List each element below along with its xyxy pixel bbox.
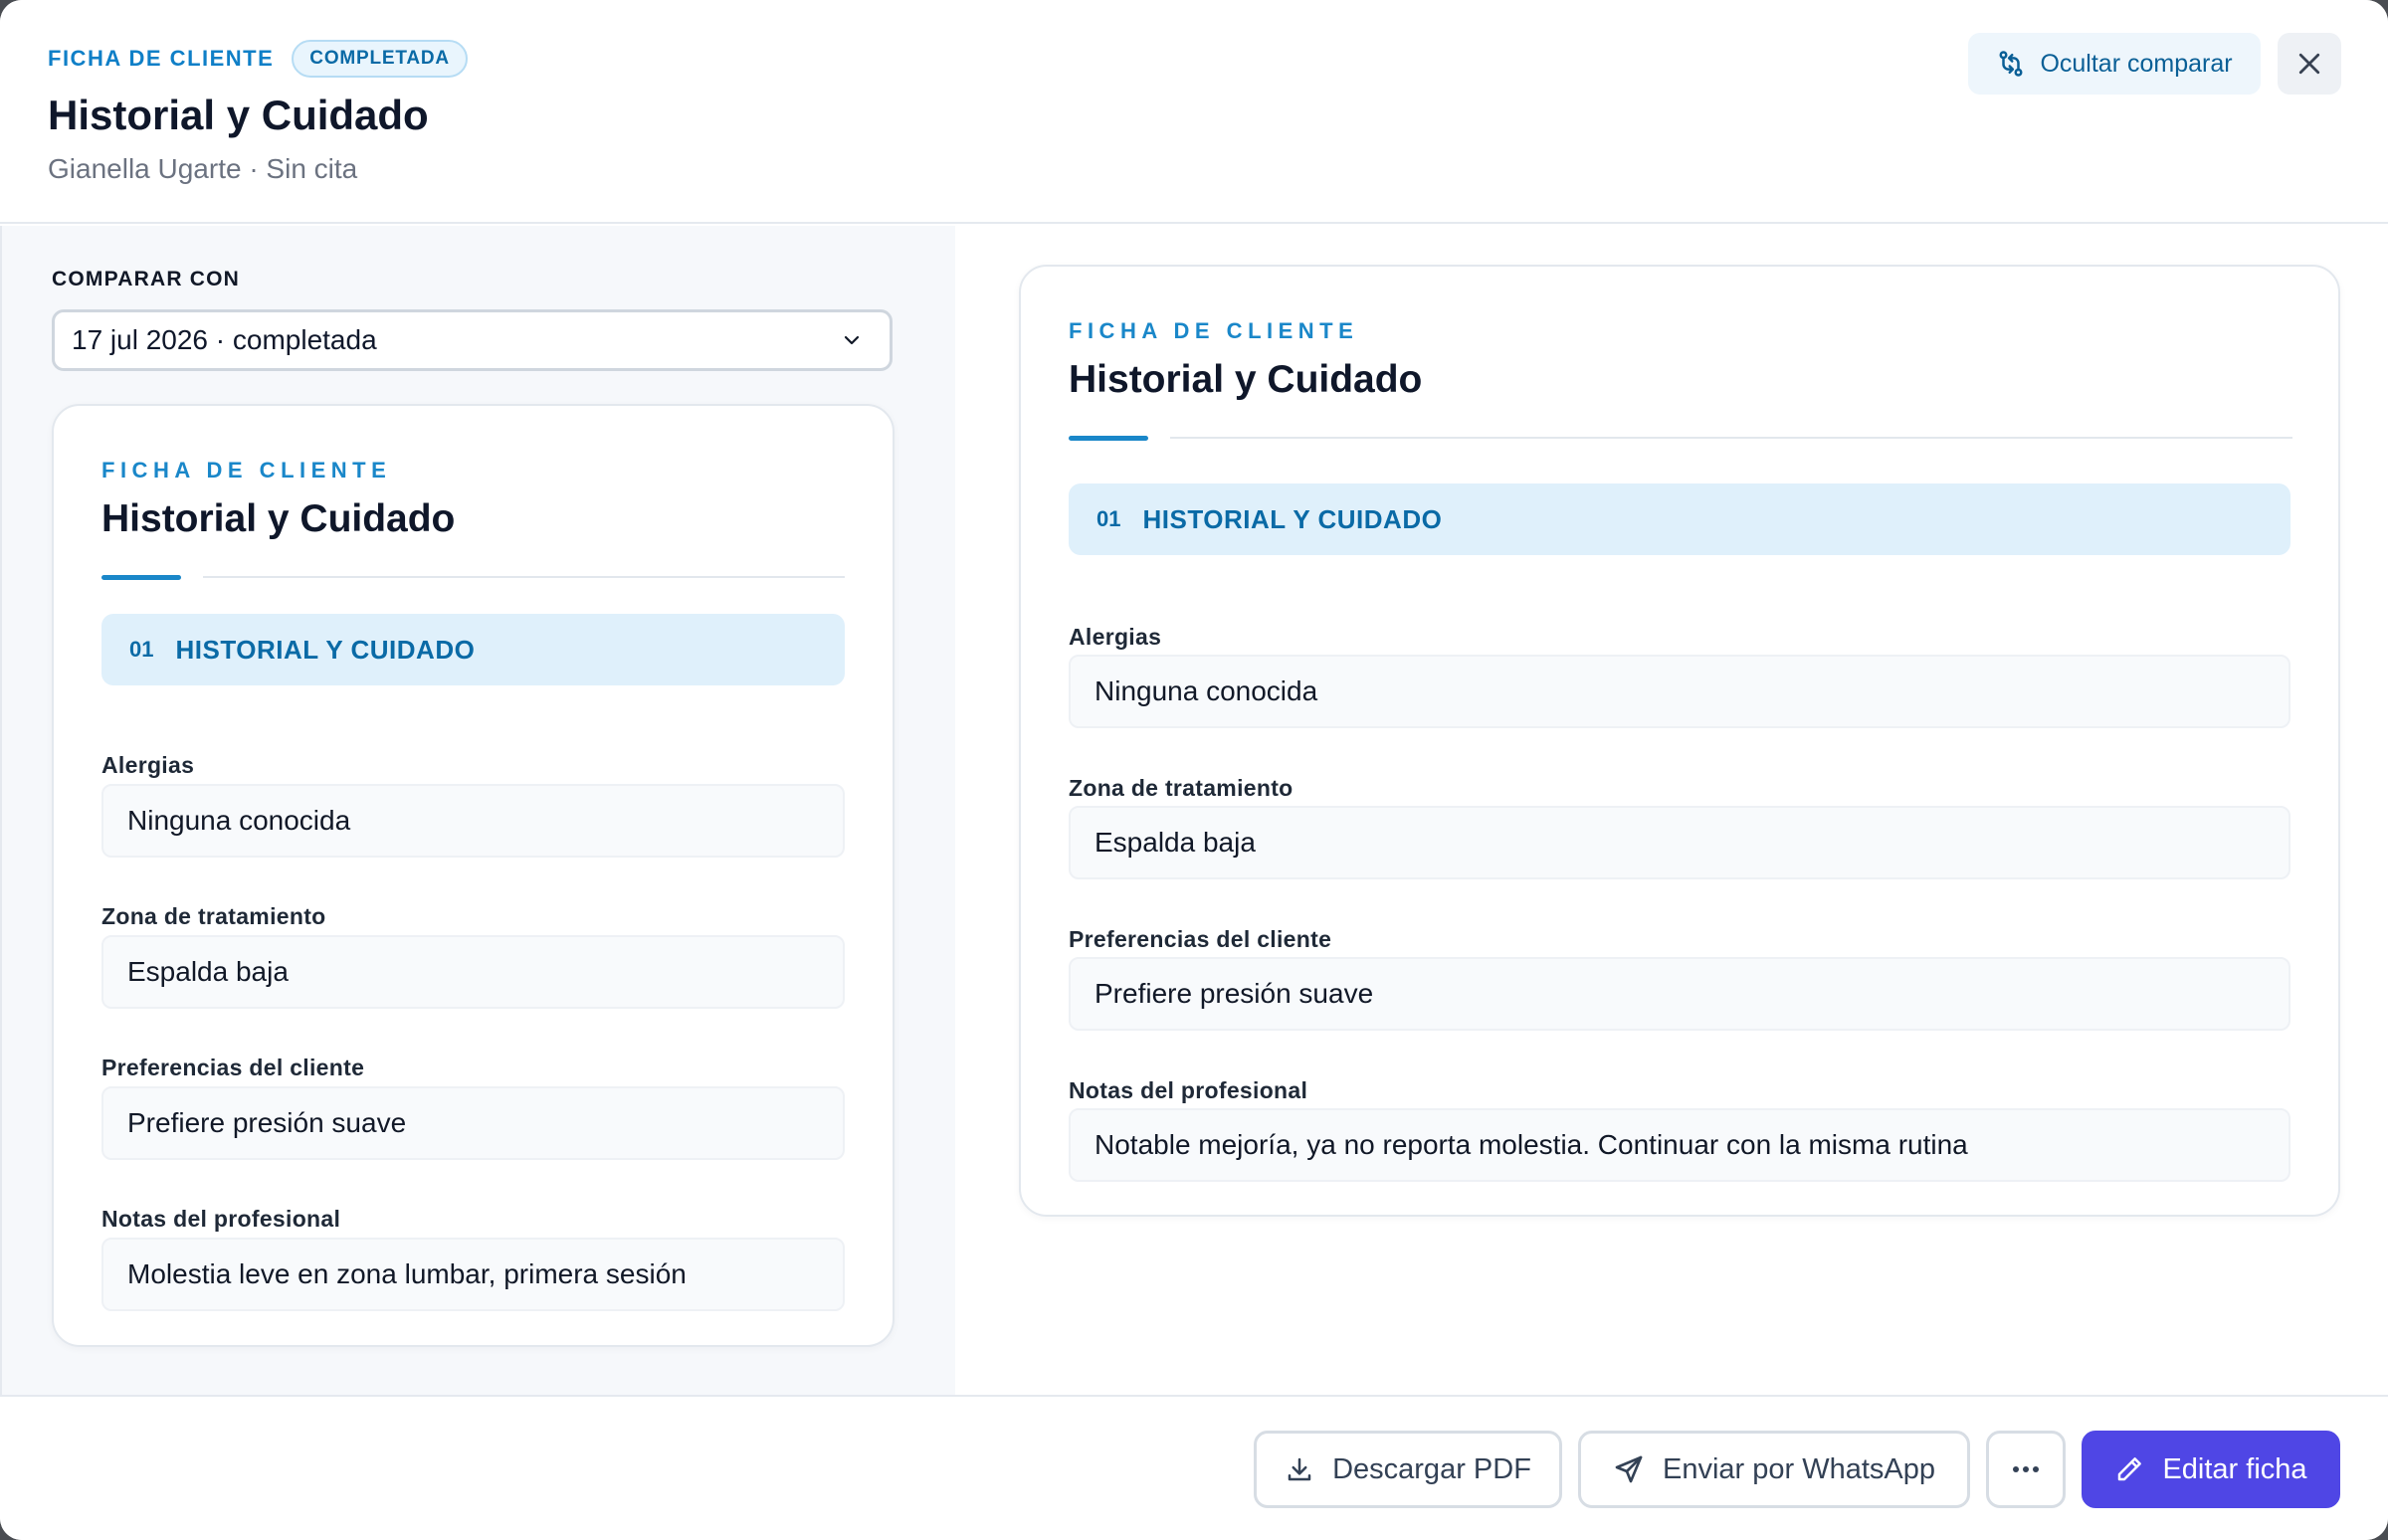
current-record-card: FICHA DE CLIENTE Historial y Cuidado 01 … — [1019, 265, 2340, 1217]
compare-icon — [1996, 49, 2026, 79]
header-eyebrow-row: FICHA DE CLIENTE COMPLETADA — [48, 40, 468, 78]
title-divider — [203, 576, 845, 578]
field-label-treatment-zone: Zona de tratamiento — [101, 903, 326, 929]
modal-header: FICHA DE CLIENTE COMPLETADA Historial y … — [0, 0, 2388, 224]
send-whatsapp-button[interactable]: Enviar por WhatsApp — [1578, 1431, 1970, 1508]
title-underline-accent — [1069, 436, 1148, 441]
download-icon — [1285, 1454, 1314, 1484]
client-record-modal: FICHA DE CLIENTE COMPLETADA Historial y … — [0, 0, 2388, 1540]
send-icon — [1613, 1453, 1645, 1485]
edit-record-label: Editar ficha — [2162, 1452, 2307, 1485]
field-value-preferences: Prefiere presión suave — [101, 1086, 845, 1160]
hide-compare-button[interactable]: Ocultar comparar — [1968, 33, 2261, 95]
field-value-allergies: Ninguna conocida — [1069, 655, 2290, 728]
edit-record-button[interactable]: Editar ficha — [2082, 1431, 2340, 1508]
section-number: 01 — [1096, 506, 1121, 531]
field-value-preferences: Prefiere presión suave — [1069, 957, 2290, 1031]
page-subtitle: Gianella Ugarte · Sin cita — [48, 153, 358, 184]
page-title: Historial y Cuidado — [48, 92, 429, 138]
field-value-treatment-zone: Espalda baja — [101, 935, 845, 1009]
section-header: 01 HISTORIAL Y CUIDADO — [1069, 483, 2290, 555]
card-title: Historial y Cuidado — [1069, 358, 1423, 401]
compare-panel: COMPARAR CON 17 jul 2026 · completada FI… — [0, 226, 955, 1395]
download-pdf-label: Descargar PDF — [1332, 1452, 1531, 1485]
close-icon — [2294, 49, 2324, 79]
section-label: HISTORIAL Y CUIDADO — [175, 634, 476, 665]
more-icon — [2010, 1464, 2042, 1474]
send-whatsapp-label: Enviar por WhatsApp — [1662, 1452, 1935, 1485]
title-underline-accent — [101, 575, 181, 580]
chevron-down-icon — [840, 328, 864, 352]
field-value-allergies: Ninguna conocida — [101, 784, 845, 858]
more-options-button[interactable] — [1986, 1431, 2066, 1508]
field-label-treatment-zone: Zona de tratamiento — [1069, 775, 1294, 801]
field-value-treatment-zone: Espalda baja — [1069, 806, 2290, 879]
compare-record-card: FICHA DE CLIENTE Historial y Cuidado 01 … — [52, 404, 895, 1347]
title-divider — [1170, 437, 2292, 439]
section-number: 01 — [129, 637, 154, 662]
download-pdf-button[interactable]: Descargar PDF — [1254, 1431, 1562, 1508]
section-header: 01 HISTORIAL Y CUIDADO — [101, 614, 845, 685]
current-panel: FICHA DE CLIENTE Historial y Cuidado 01 … — [955, 226, 2388, 1395]
card-eyebrow: FICHA DE CLIENTE — [101, 458, 392, 482]
field-value-notes: Molestia leve en zona lumbar, primera se… — [101, 1238, 845, 1311]
card-eyebrow: FICHA DE CLIENTE — [1069, 318, 1359, 343]
field-label-preferences: Preferencias del cliente — [101, 1055, 365, 1080]
status-badge: COMPLETADA — [292, 40, 468, 78]
field-label-preferences: Preferencias del cliente — [1069, 926, 1332, 952]
card-title: Historial y Cuidado — [101, 497, 456, 540]
field-value-notes: Notable mejoría, ya no reporta molestia.… — [1069, 1108, 2290, 1182]
field-label-allergies: Alergias — [1069, 624, 1162, 650]
modal-footer: Descargar PDF Enviar por WhatsApp Editar… — [0, 1395, 2388, 1540]
field-label-notes: Notas del profesional — [1069, 1077, 1308, 1103]
pencil-icon — [2114, 1454, 2144, 1484]
field-label-notes: Notas del profesional — [101, 1206, 341, 1232]
header-eyebrow: FICHA DE CLIENTE — [48, 46, 275, 71]
compare-select[interactable]: 17 jul 2026 · completada — [52, 309, 893, 371]
close-button[interactable] — [2278, 33, 2341, 95]
hide-compare-label: Ocultar comparar — [2040, 49, 2233, 78]
field-label-allergies: Alergias — [101, 752, 195, 778]
compare-select-value: 17 jul 2026 · completada — [72, 324, 377, 355]
compare-label: COMPARAR CON — [52, 268, 241, 290]
section-label: HISTORIAL Y CUIDADO — [1142, 503, 1443, 534]
